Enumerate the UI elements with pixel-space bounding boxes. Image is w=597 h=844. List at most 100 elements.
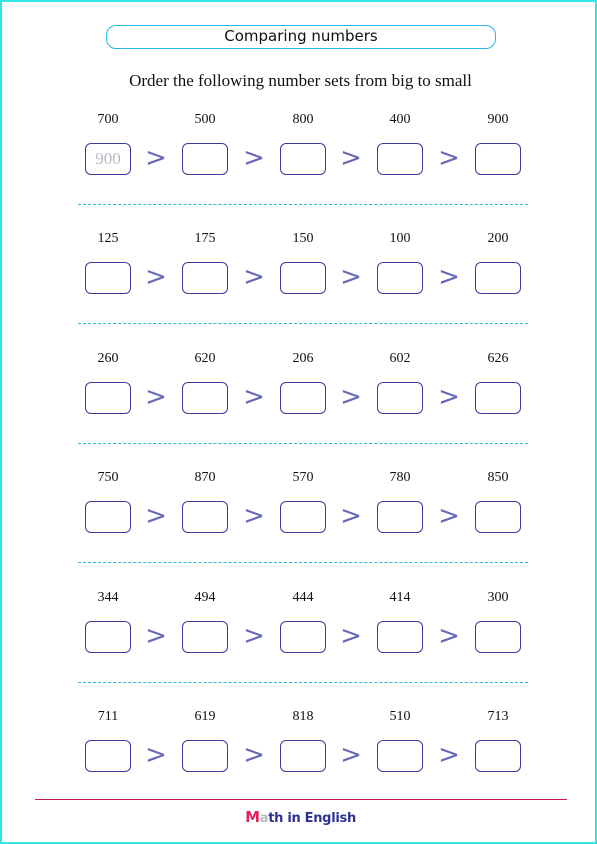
answer-box[interactable] (182, 262, 228, 295)
given-number: 494 (194, 589, 216, 605)
answer-box[interactable] (182, 143, 228, 175)
answer-box[interactable] (377, 620, 423, 653)
given-number: 100 (389, 231, 411, 247)
given-number: 800 (292, 112, 314, 127)
answer-box[interactable] (182, 501, 228, 534)
given-number: 510 (389, 709, 411, 724)
answer-box[interactable] (475, 381, 521, 414)
answer-box[interactable] (377, 740, 423, 772)
brand-logo: Math in English (2, 808, 595, 826)
answer-box[interactable] (182, 620, 228, 653)
answer-box[interactable] (377, 501, 423, 534)
answer-box[interactable] (182, 381, 228, 414)
given-number: 619 (194, 709, 216, 724)
greater-than-symbol: > (438, 620, 460, 651)
greater-than-symbol: > (243, 501, 265, 532)
greater-than-symbol: > (340, 740, 362, 770)
answer-box[interactable] (85, 501, 131, 534)
brand-text: th in English (268, 811, 356, 826)
given-number: 344 (97, 589, 119, 605)
greater-than-symbol: > (340, 620, 362, 651)
given-number: 750 (97, 470, 119, 486)
given-number: 175 (194, 231, 216, 247)
answer-box[interactable] (475, 262, 521, 295)
worksheet-page: Comparing numbers Order the following nu… (0, 0, 597, 844)
greater-than-symbol: > (145, 620, 167, 651)
given-number: 125 (97, 231, 119, 247)
exercise-row: 750 >870 >570 >780 >850 (2, 470, 595, 590)
given-number: 711 (97, 709, 119, 724)
answer-box[interactable] (377, 262, 423, 295)
instruction-text: Order the following number sets from big… (129, 71, 472, 90)
greater-than-symbol: > (243, 381, 265, 412)
greater-than-symbol: > (340, 143, 362, 173)
given-number: 870 (194, 470, 216, 486)
answer-box[interactable] (475, 620, 521, 653)
given-number: 602 (389, 350, 411, 366)
brand-letter-a: a (259, 811, 269, 826)
answer-box[interactable] (85, 262, 131, 295)
greater-than-symbol: > (438, 381, 460, 412)
given-number: 626 (487, 350, 509, 366)
greater-than-symbol: > (243, 620, 265, 651)
greater-than-symbol: > (340, 262, 362, 293)
worksheet-title: Comparing numbers (106, 25, 496, 49)
exercise-row: 125 >175 >150 >100 >200 (2, 231, 595, 351)
row-separator (78, 323, 528, 325)
greater-than-symbol: > (438, 740, 460, 770)
answer-box[interactable] (280, 501, 326, 534)
row-separator (78, 204, 528, 205)
given-number: 444 (292, 589, 314, 605)
greater-than-symbol: > (145, 143, 167, 173)
exercise-row: 700 900 >500 >800 >400 >900 (2, 112, 595, 232)
answer-box[interactable] (85, 620, 131, 653)
greater-than-symbol: > (438, 262, 460, 293)
given-number: 414 (389, 589, 411, 605)
given-number: 818 (292, 709, 314, 724)
greater-than-symbol: > (145, 501, 167, 532)
given-number: 150 (292, 231, 314, 247)
greater-than-symbol: > (243, 262, 265, 293)
greater-than-symbol: > (243, 143, 265, 173)
answer-box[interactable] (475, 143, 521, 175)
answer-box[interactable] (85, 381, 131, 414)
given-number: 700 (97, 112, 119, 127)
given-number: 200 (487, 231, 509, 247)
given-number: 900 (487, 112, 509, 127)
given-number: 850 (487, 470, 509, 486)
given-number: 500 (194, 112, 216, 127)
answer-box[interactable] (280, 740, 326, 772)
greater-than-symbol: > (145, 381, 167, 412)
greater-than-symbol: > (340, 381, 362, 412)
answer-box[interactable] (280, 143, 326, 175)
answer-box[interactable] (377, 381, 423, 414)
answer-box[interactable] (377, 143, 423, 175)
row-separator (78, 562, 528, 564)
greater-than-symbol: > (438, 143, 460, 173)
answer-box[interactable]: 900 (85, 143, 131, 175)
answer-box[interactable] (280, 381, 326, 414)
given-number: 260 (97, 350, 119, 366)
greater-than-symbol: > (438, 501, 460, 532)
greater-than-symbol: > (340, 501, 362, 532)
exercise-row: 344 >494 >444 >414 >300 (2, 589, 595, 710)
answer-box[interactable] (85, 740, 131, 772)
given-number: 400 (389, 112, 411, 127)
row-separator (78, 442, 528, 444)
answer-box[interactable] (182, 740, 228, 772)
given-number: 300 (487, 589, 509, 605)
row-separator (78, 681, 528, 683)
greater-than-symbol: > (145, 740, 167, 770)
given-number: 713 (487, 709, 509, 724)
answer-box[interactable] (280, 620, 326, 653)
given-number: 780 (389, 470, 411, 486)
answer-box[interactable] (475, 501, 521, 534)
exercise-row: 260 >620 >206 >602 >626 (2, 350, 595, 471)
given-number: 620 (194, 350, 216, 366)
footer-divider (35, 799, 567, 800)
given-number: 206 (292, 350, 314, 366)
greater-than-symbol: > (243, 740, 265, 770)
answer-box[interactable] (475, 740, 521, 772)
answer-box[interactable] (280, 262, 326, 295)
given-number: 570 (292, 470, 314, 486)
